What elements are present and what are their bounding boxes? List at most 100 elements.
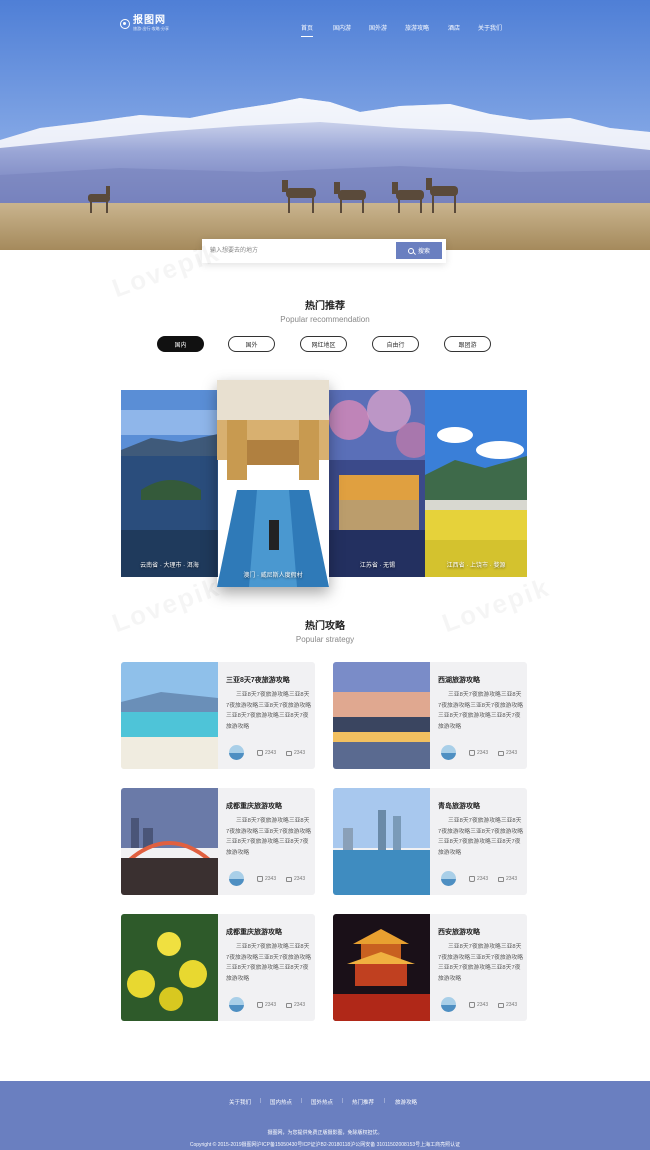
footer-link-recommend[interactable]: 热门推荐: [352, 1098, 374, 1106]
tab-domestic[interactable]: 国内: [157, 336, 204, 352]
nav-item-strategy[interactable]: 旅游攻略: [405, 23, 429, 32]
destination-card[interactable]: 江苏省 · 无锡: [329, 390, 426, 577]
strategy-card-desc: 三亚8天7夜旅游攻略三亚8天7夜旅游攻略三亚8天7夜旅游攻略三亚8天7夜旅游攻略…: [226, 944, 312, 982]
search-icon: [407, 247, 414, 254]
comment-icon: [498, 1002, 504, 1008]
strategy-card-title: 青岛旅游攻略: [438, 803, 480, 810]
strategy-card-title: 成都重庆旅游攻略: [226, 929, 282, 936]
comment-icon: [498, 750, 504, 756]
destination-label: 云南省 · 大理市 · 洱海: [140, 563, 199, 569]
destination-image: [121, 390, 218, 577]
recommend-section-title: 热门推荐 Popular recommendation: [0, 297, 650, 324]
strategy-card-desc: 三亚8天7夜旅游攻略三亚8天7夜旅游攻略三亚8天7夜旅游攻略三亚8天7夜旅游攻略…: [438, 944, 524, 982]
avatar[interactable]: [229, 745, 244, 760]
like-count[interactable]: 2343: [469, 750, 488, 756]
comment-count[interactable]: 2343: [498, 750, 517, 756]
like-count[interactable]: 2343: [469, 1002, 488, 1008]
destination-label: 江西省 · 上饶市 · 婺源: [446, 563, 506, 569]
like-icon: [469, 1002, 475, 1008]
brand-logo[interactable]: 报图网 旅游·出行·攻略·分享: [120, 16, 169, 32]
avatar[interactable]: [441, 997, 456, 1012]
strategy-card-image: [333, 788, 430, 895]
brand-name: 报图网: [133, 15, 166, 26]
footer-links: 关于我们 | 国内热点 | 国外热点 | 热门推荐 | 旅游攻略: [0, 1098, 650, 1108]
tab-group-tour[interactable]: 跟团游: [444, 336, 491, 352]
footer-link-domestic-hot[interactable]: 国内热点: [270, 1098, 292, 1106]
comment-count[interactable]: 2343: [286, 1002, 305, 1008]
like-count[interactable]: 2343: [257, 1002, 276, 1008]
destination-card[interactable]: 云南省 · 大理市 · 洱海: [121, 390, 218, 577]
strategy-card-title: 三亚8天7夜旅游攻略: [226, 677, 290, 684]
footer-divider: |: [260, 1098, 262, 1104]
like-count[interactable]: 2343: [257, 876, 276, 882]
strategy-card-image: [121, 662, 218, 769]
comment-count[interactable]: 2343: [498, 1002, 517, 1008]
comment-icon: [498, 876, 504, 882]
like-count[interactable]: 2343: [469, 876, 488, 882]
nav-item-home[interactable]: 首页: [301, 23, 314, 37]
nav-item-abroad[interactable]: 国外游: [369, 23, 387, 32]
like-icon: [257, 1002, 263, 1008]
search-button-label: 搜索: [417, 249, 430, 255]
avatar[interactable]: [229, 871, 244, 886]
search-button[interactable]: 搜索: [396, 242, 442, 259]
brand-tagline: 旅游·出行·攻略·分享: [133, 26, 169, 31]
strategy-card[interactable]: 成都重庆旅游攻略 三亚8天7夜旅游攻略三亚8天7夜旅游攻略三亚8天7夜旅游攻略三…: [121, 914, 315, 1021]
strategy-card[interactable]: 西湖旅游攻略 三亚8天7夜旅游攻略三亚8天7夜旅游攻略三亚8天7夜旅游攻略三亚8…: [333, 662, 527, 769]
comment-count[interactable]: 2343: [286, 876, 305, 882]
footer-note: 摄图网，为您提供免费正版摄影图，免除版权担忧。: [267, 1130, 383, 1136]
strategy-card-image: [333, 914, 430, 1021]
footer-link-abroad-hot[interactable]: 国外热点: [311, 1098, 333, 1106]
recommend-subtitle: Popular recommendation: [280, 315, 370, 324]
like-icon: [469, 750, 475, 756]
destination-image: [329, 390, 426, 577]
nav-item-hotel[interactable]: 酒店: [448, 23, 460, 32]
strategy-card-desc: 三亚8天7夜旅游攻略三亚8天7夜旅游攻略三亚8天7夜旅游攻略三亚8天7夜旅游攻略…: [438, 818, 524, 856]
footer-divider: |: [342, 1098, 344, 1104]
strategy-card-title: 成都重庆旅游攻略: [226, 803, 282, 810]
destination-card[interactable]: 江西省 · 上饶市 · 婺源: [425, 390, 527, 577]
strategy-card-desc: 三亚8天7夜旅游攻略三亚8天7夜旅游攻略三亚8天7夜旅游攻略三亚8天7夜旅游攻略…: [438, 692, 524, 730]
destination-image: [425, 390, 527, 577]
avatar[interactable]: [229, 997, 244, 1012]
search-input[interactable]: [210, 239, 390, 263]
page: 报图网 旅游·出行·攻略·分享 首页 国内游 国外游 旅游攻略 酒店 关于我们 …: [0, 0, 650, 1150]
footer-link-about[interactable]: 关于我们: [229, 1098, 251, 1106]
tab-trending[interactable]: 网红地区: [300, 336, 347, 352]
comment-count[interactable]: 2343: [498, 876, 517, 882]
strategy-section-title: 热门攻略 Popular strategy: [0, 617, 650, 644]
destination-card-featured[interactable]: 澳门 · 威尼斯人度假村: [217, 380, 329, 587]
like-icon: [257, 876, 263, 882]
footer: 关于我们 | 国内热点 | 国外热点 | 热门推荐 | 旅游攻略 摄图网，为您提…: [0, 1081, 650, 1150]
strategy-card[interactable]: 成都重庆旅游攻略 三亚8天7夜旅游攻略三亚8天7夜旅游攻略三亚8天7夜旅游攻略三…: [121, 788, 315, 895]
top-navbar: 报图网 旅游·出行·攻略·分享 首页 国内游 国外游 旅游攻略 酒店 关于我们: [0, 0, 650, 40]
strategy-card-desc: 三亚8天7夜旅游攻略三亚8天7夜旅游攻略三亚8天7夜旅游攻略三亚8天7夜旅游攻略…: [226, 692, 312, 730]
strategy-card-image: [333, 662, 430, 769]
strategy-subtitle: Popular strategy: [295, 635, 355, 644]
strategy-card[interactable]: 三亚8天7夜旅游攻略 三亚8天7夜旅游攻略三亚8天7夜旅游攻略三亚8天7夜旅游攻…: [121, 662, 315, 769]
comment-icon: [286, 1002, 292, 1008]
strategy-card[interactable]: 西安旅游攻略 三亚8天7夜旅游攻略三亚8天7夜旅游攻略三亚8天7夜旅游攻略三亚8…: [333, 914, 527, 1021]
footer-divider: |: [384, 1098, 386, 1104]
strategy-card-image: [121, 788, 218, 895]
strategy-card[interactable]: 青岛旅游攻略 三亚8天7夜旅游攻略三亚8天7夜旅游攻略三亚8天7夜旅游攻略三亚8…: [333, 788, 527, 895]
like-icon: [257, 750, 263, 756]
nav-item-about[interactable]: 关于我们: [478, 23, 502, 32]
tab-abroad[interactable]: 国外: [228, 336, 275, 352]
avatar[interactable]: [441, 745, 456, 760]
footer-copyright: Copyright © 2015-2019摄图网沪ICP备15050430号IC…: [189, 1142, 461, 1148]
destination-label: 江苏省 · 无锡: [359, 563, 396, 569]
comment-icon: [286, 876, 292, 882]
footer-divider: |: [301, 1098, 303, 1104]
avatar[interactable]: [441, 871, 456, 886]
strategy-card-image: [121, 914, 218, 1021]
like-count[interactable]: 2343: [257, 750, 276, 756]
footer-link-strategy[interactable]: 旅游攻略: [395, 1098, 417, 1106]
comment-count[interactable]: 2343: [286, 750, 305, 756]
nav-item-domestic[interactable]: 国内游: [333, 23, 351, 32]
strategy-card-desc: 三亚8天7夜旅游攻略三亚8天7夜旅游攻略三亚8天7夜旅游攻略三亚8天7夜旅游攻略…: [226, 818, 312, 856]
search-bar: 搜索: [202, 239, 446, 263]
hero-banner: 报图网 旅游·出行·攻略·分享 首页 国内游 国外游 旅游攻略 酒店 关于我们: [0, 0, 650, 250]
tab-free-travel[interactable]: 自由行: [372, 336, 419, 352]
recommend-filter-tabs: 国内 国外 网红地区 自由行 跟团游: [0, 336, 650, 352]
